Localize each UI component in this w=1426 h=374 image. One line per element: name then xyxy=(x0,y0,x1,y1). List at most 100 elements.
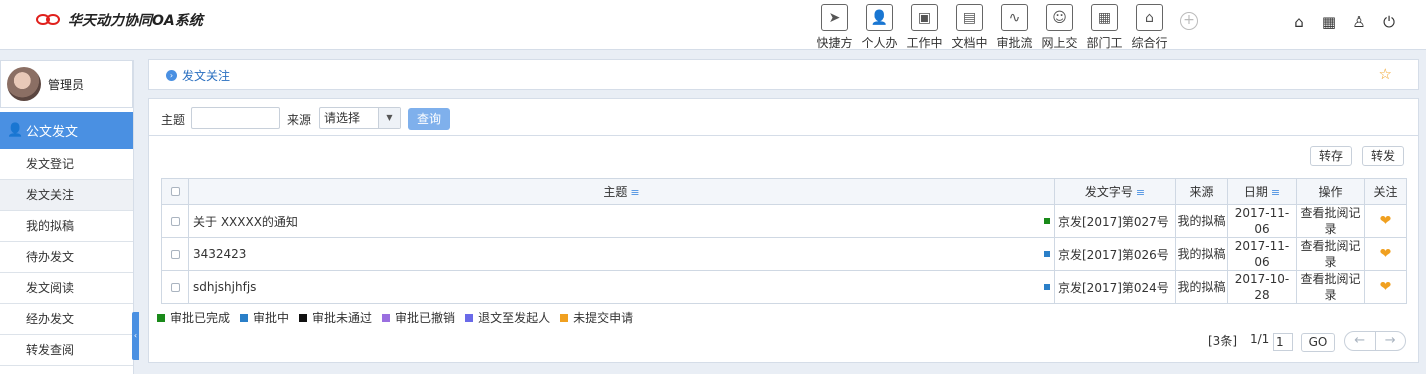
filter-bar: 主题 来源 请选择 ▼ 查询 xyxy=(149,99,1418,136)
heart-icon[interactable]: ❤ xyxy=(1380,213,1392,229)
nav-item-label: 网上交 xyxy=(1041,36,1078,50)
department-icon: ▦ xyxy=(1091,4,1118,31)
legend-swatch xyxy=(560,313,569,322)
legend-item: 退文至发起人 xyxy=(465,309,550,326)
nav-item-1[interactable]: ➤ 快捷方 xyxy=(812,4,857,50)
row-follow[interactable]: ❤ xyxy=(1364,204,1407,238)
legend-label: 审批未通过 xyxy=(312,311,373,325)
table-header-row: 主题 ≡ 发文字号 ≡ 来源 日期 ≡ 操作 关注 xyxy=(161,178,1407,205)
building-icon: ⌂ xyxy=(1136,4,1163,31)
col-date[interactable]: 日期 ≡ xyxy=(1227,178,1297,205)
nav-item-5[interactable]: ∿ 审批流 xyxy=(992,4,1037,50)
grid-icon[interactable]: ▦ xyxy=(1314,12,1344,32)
status-indicator xyxy=(1044,251,1050,257)
sidebar-item[interactable]: 转发查阅 xyxy=(0,335,133,366)
row-subject[interactable]: 关于 XXXXX的通知 xyxy=(188,204,1055,238)
breadcrumb: › 发文关注 ☆ xyxy=(148,59,1419,90)
col-doc-no[interactable]: 发文字号 ≡ xyxy=(1054,178,1176,205)
row-checkbox[interactable] xyxy=(161,270,189,304)
page-number-input[interactable]: 1 xyxy=(1273,333,1293,351)
row-checkbox[interactable] xyxy=(161,237,189,271)
view-records-link[interactable]: 查看批阅记录 xyxy=(1296,204,1365,238)
table-row[interactable]: 关于 XXXXX的通知 京发[2017]第027号 我的拟稿 2017-11-06 查看… xyxy=(161,204,1407,238)
legend-swatch xyxy=(465,313,474,322)
row-date: 2017-10-28 xyxy=(1227,270,1297,304)
prev-page-icon[interactable]: ← xyxy=(1345,332,1376,350)
row-subject[interactable]: sdhjshjhfjs xyxy=(188,270,1055,304)
page-indicator: 1/1 xyxy=(1250,332,1270,346)
sidebar-item[interactable]: 经办发文 xyxy=(0,304,133,335)
nav-item-3[interactable]: ▣ 工作中 xyxy=(902,4,947,50)
row-doc-no: 京发[2017]第027号 xyxy=(1054,204,1176,238)
save-as-button[interactable]: 转存 xyxy=(1310,146,1352,166)
col-subject[interactable]: 主题 ≡ xyxy=(188,178,1055,205)
status-indicator xyxy=(1044,218,1050,224)
col-op: 操作 xyxy=(1296,178,1365,205)
subject-input[interactable] xyxy=(191,107,280,129)
legend-item: 审批中 xyxy=(240,309,289,326)
sidebar: 管理员 👤 公文发文 发文登记 发文关注 我的拟稿 待办发文 发文阅读 经办发文 转发查阅 xyxy=(0,60,134,374)
go-button[interactable]: GO xyxy=(1301,333,1335,352)
sidebar-section-header[interactable]: 👤 公文发文 xyxy=(0,112,133,149)
select-all-checkbox[interactable] xyxy=(161,178,189,205)
view-records-link[interactable]: 查看批阅记录 xyxy=(1296,270,1365,304)
star-icon[interactable]: ☆ xyxy=(1379,65,1392,83)
logo-infinity-icon xyxy=(36,13,64,27)
user-card[interactable]: 管理员 xyxy=(0,60,133,108)
sidebar-collapse-handle[interactable]: ‹ xyxy=(132,312,139,360)
nav-item-2[interactable]: 👤 个人办 xyxy=(857,4,902,50)
nav-item-4[interactable]: ▤ 文档中 xyxy=(947,4,992,50)
source-select[interactable]: 请选择 ▼ xyxy=(319,107,401,129)
row-checkbox[interactable] xyxy=(161,204,189,238)
document-tray-icon: ▤ xyxy=(956,4,983,31)
sidebar-item[interactable]: 发文登记 xyxy=(0,149,133,180)
table-row[interactable]: 3432423 京发[2017]第026号 我的拟稿 2017-11-06 查看批阅记录… xyxy=(161,237,1407,271)
sidebar-item[interactable]: 发文阅读 xyxy=(0,273,133,304)
col-doc-no-label: 发文字号 xyxy=(1084,185,1133,199)
main-panel: 主题 来源 请选择 ▼ 查询 转存 转发 主题 ≡ 发文字号 ≡ 来源 日期 ≡ 操作… xyxy=(148,98,1419,363)
legend-item: 审批已撤销 xyxy=(382,309,455,326)
add-icon[interactable]: + xyxy=(1180,12,1198,30)
nav-item-7[interactable]: ▦ 部门工 xyxy=(1082,4,1127,50)
sidebar-item[interactable]: 发文关注 xyxy=(0,180,133,211)
chevron-down-icon[interactable]: ▼ xyxy=(378,108,400,128)
query-button[interactable]: 查询 xyxy=(408,108,450,130)
status-indicator xyxy=(1044,284,1050,290)
heart-icon[interactable]: ❤ xyxy=(1380,246,1392,262)
chevron-right-icon: › xyxy=(166,70,177,81)
sort-icon[interactable]: ≡ xyxy=(1136,186,1145,199)
source-select-value: 请选择 xyxy=(324,111,361,125)
legend-label: 未提交申请 xyxy=(573,311,634,325)
nav-item-8[interactable]: ⌂ 综合行 xyxy=(1127,4,1172,50)
view-records-link[interactable]: 查看批阅记录 xyxy=(1296,237,1365,271)
table-row[interactable]: sdhjshjhfjs 京发[2017]第024号 我的拟稿 2017-10-28 查看… xyxy=(161,270,1407,304)
row-doc-no: 京发[2017]第026号 xyxy=(1054,237,1176,271)
status-legend: 审批已完成 审批中 审批未通过 审批已撤销 退文至发起人 未提交申请 xyxy=(157,309,643,326)
source-label: 来源 xyxy=(287,113,312,127)
forward-button[interactable]: 转发 xyxy=(1362,146,1404,166)
app-logo[interactable]: 华天动力协同OA系统 xyxy=(36,10,203,30)
sidebar-section-label: 公文发文 xyxy=(26,125,79,140)
row-follow[interactable]: ❤ xyxy=(1364,270,1407,304)
nav-item-6[interactable]: ☺ 网上交 xyxy=(1037,4,1082,50)
page-nav: ← → xyxy=(1344,331,1406,351)
table-body: 关于 XXXXX的通知 京发[2017]第027号 我的拟稿 2017-11-06 查看… xyxy=(161,204,1407,304)
row-subject[interactable]: 3432423 xyxy=(188,237,1055,271)
power-icon[interactable]: ⏻ xyxy=(1374,12,1404,32)
shirt-icon[interactable]: ♙ xyxy=(1344,12,1374,32)
sort-icon[interactable]: ≡ xyxy=(630,186,639,199)
legend-label: 退文至发起人 xyxy=(478,311,551,325)
avatar xyxy=(7,67,41,101)
row-follow[interactable]: ❤ xyxy=(1364,237,1407,271)
nav-item-label: 快捷方 xyxy=(816,36,853,50)
sidebar-menu: 发文登记 发文关注 我的拟稿 待办发文 发文阅读 经办发文 转发查阅 xyxy=(0,149,133,366)
sidebar-item[interactable]: 我的拟稿 xyxy=(0,211,133,242)
legend-label: 审批已撤销 xyxy=(395,311,456,325)
sidebar-item[interactable]: 待办发文 xyxy=(0,242,133,273)
header-tools: ⌂ ▦ ♙ ⏻ xyxy=(1284,12,1404,32)
main-nav: ➤ 快捷方 👤 个人办 ▣ 工作中 ▤ 文档中 ∿ 审批流 ☺ 网上交 ▦ 部门工 ⌂ 综合行 + xyxy=(812,4,1198,50)
home-icon[interactable]: ⌂ xyxy=(1284,12,1314,32)
sort-icon[interactable]: ≡ xyxy=(1271,186,1280,199)
heart-icon[interactable]: ❤ xyxy=(1380,279,1392,295)
next-page-icon[interactable]: → xyxy=(1376,332,1406,350)
